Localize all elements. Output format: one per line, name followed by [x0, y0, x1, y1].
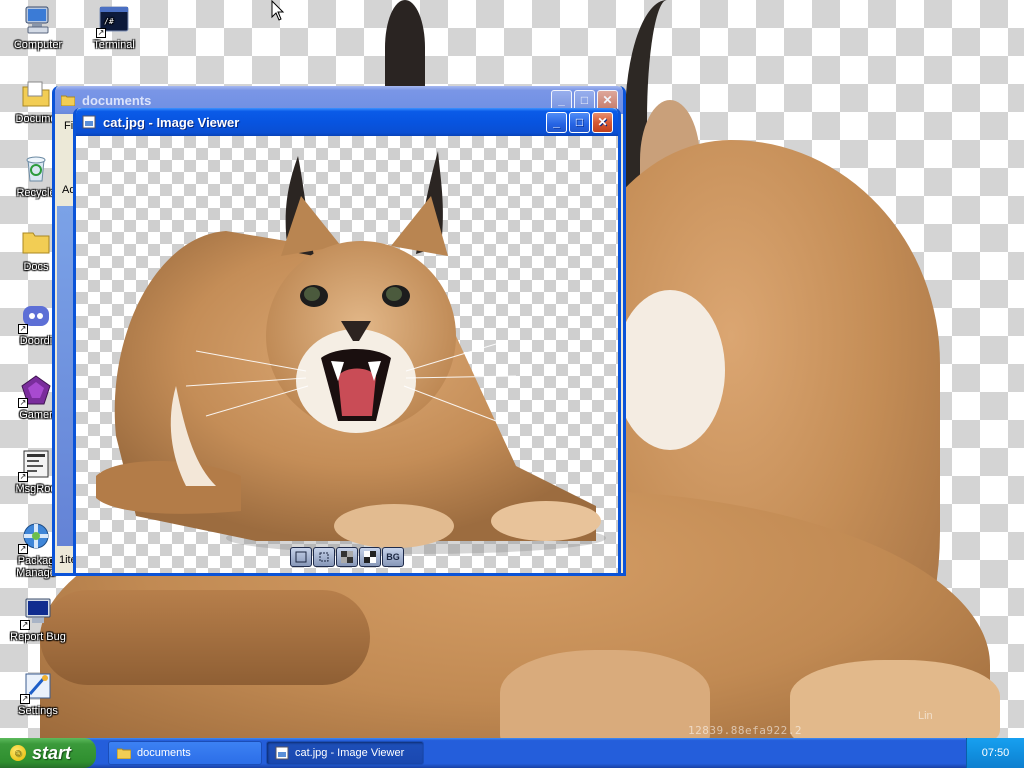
fit-window-button[interactable]: [290, 547, 312, 567]
background-button[interactable]: BG: [382, 547, 404, 567]
desktop-icon-label: Terminal: [93, 39, 135, 51]
viewer-maximize-button[interactable]: □: [569, 111, 590, 133]
desktop-icon-terminal[interactable]: /# ↗ Terminal: [82, 4, 146, 51]
checker-light-button[interactable]: [359, 547, 381, 567]
desktop-icon-settings[interactable]: ↗ Settings: [6, 670, 70, 717]
start-logo-icon: ☺: [10, 745, 26, 761]
image-file-icon: [81, 114, 97, 130]
settings-icon: ↗: [20, 670, 54, 704]
desktop-icon-label: Computer: [13, 39, 63, 51]
wallpaper-cat-paw-right: [790, 660, 1000, 740]
viewer-minimize-button[interactable]: _: [546, 111, 567, 133]
desktop-icon-label: Settings: [18, 705, 58, 717]
documents-window-title: documents: [82, 92, 152, 108]
mouse-cursor-icon: [271, 0, 285, 25]
image-viewer-title: cat.jpg - Image Viewer: [103, 114, 240, 130]
folder-icon: [117, 748, 131, 759]
image-file-icon: [275, 746, 289, 760]
actual-size-button[interactable]: [313, 547, 335, 567]
menu-file-peek[interactable]: Fi: [64, 120, 73, 132]
taskbar-item-documents[interactable]: documents: [108, 741, 262, 765]
cat-image: [96, 151, 606, 554]
start-label: start: [32, 742, 72, 763]
doordish-icon: ↗: [18, 300, 52, 334]
gamer-icon: ↗: [18, 374, 52, 408]
taskbar-item-label: documents: [137, 747, 191, 759]
start-button[interactable]: ☺ start: [0, 738, 96, 768]
computer-icon: [22, 4, 54, 36]
folder-icon: [60, 92, 76, 108]
image-viewer-window[interactable]: cat.jpg - Image Viewer _ □ ✕ BG: [73, 108, 621, 576]
wallpaper-ear-tuft-left: [385, 0, 425, 95]
image-canvas[interactable]: BG: [76, 136, 618, 573]
wallpaper-cat-paw-left: [500, 650, 710, 745]
desktop-icon-label: Report Bug: [10, 631, 66, 643]
svg-text:/#: /#: [104, 17, 114, 26]
build-watermark: 12839.88efa922.2: [688, 724, 802, 737]
folder-icon: [20, 226, 52, 258]
taskbar: ☺ start documents cat.jpg - Image Viewer…: [0, 738, 1024, 768]
clock[interactable]: 07:50: [982, 747, 1010, 759]
viewer-toolbar: BG: [290, 547, 404, 567]
checker-dark-button[interactable]: [336, 547, 358, 567]
package-manager-icon: ↗: [18, 520, 52, 554]
terminal-icon: /# ↗: [96, 4, 130, 38]
taskbar-item-label: cat.jpg - Image Viewer: [295, 747, 405, 759]
wallpaper-cat-chest: [615, 290, 725, 450]
system-tray: 07:50: [966, 738, 1024, 768]
documents-icon: [20, 78, 52, 110]
report-bug-icon: ↗: [20, 596, 54, 630]
desktop-icon-computer[interactable]: Computer: [6, 4, 70, 51]
taskbar-item-image-viewer[interactable]: cat.jpg - Image Viewer: [266, 741, 424, 765]
recycle-bin-icon: [20, 152, 52, 184]
image-viewer-titlebar[interactable]: cat.jpg - Image Viewer _ □ ✕: [76, 108, 618, 136]
viewer-close-button[interactable]: ✕: [592, 111, 613, 133]
wallpaper-cat-tail: [40, 590, 370, 685]
msgroom-icon: ↗: [18, 448, 52, 482]
os-watermark: Lin: [918, 710, 933, 722]
desktop-icon-report-bug[interactable]: ↗ Report Bug: [6, 596, 70, 643]
